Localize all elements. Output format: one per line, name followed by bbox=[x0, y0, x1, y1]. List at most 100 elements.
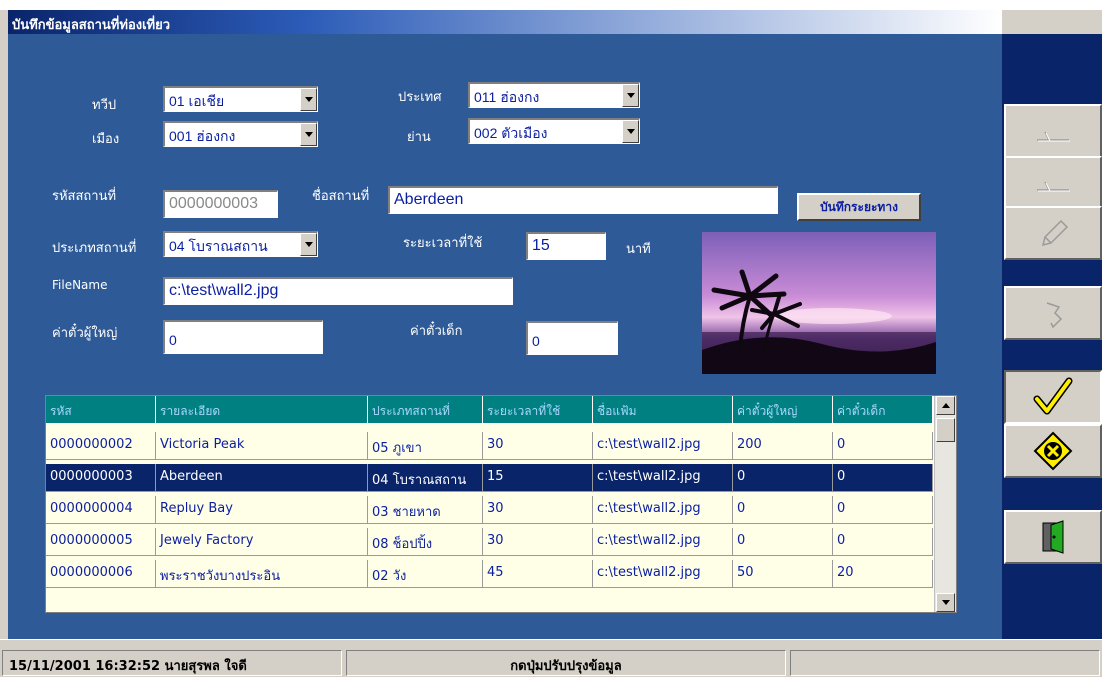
grid-cell: พระราชวังบางประอิน bbox=[156, 560, 368, 588]
scroll-up-button[interactable] bbox=[936, 396, 955, 415]
undo-icon bbox=[1046, 302, 1063, 329]
table-row[interactable]: 0000000005 Jewely Factory 08 ช็อปปิ้ง 30 c:\… bbox=[46, 528, 933, 556]
grid-cell: c:\test\wall2.jpg bbox=[593, 464, 733, 492]
grid-cell: 30 bbox=[483, 528, 593, 556]
table-row[interactable]: 0000000006 พระราชวังบางประอิน 02 วัง 45 c:\t… bbox=[46, 560, 933, 588]
window-title: บันทึกข้อมูลสถานที่ท่องเที่ยว bbox=[12, 18, 171, 33]
grid-cell: 15 bbox=[483, 464, 593, 492]
edit-pencil-icon bbox=[1041, 219, 1069, 247]
save-button[interactable] bbox=[1004, 370, 1102, 424]
table-row[interactable]: 0000000002 Victoria Peak 05 ภูเขา 30 c:\test… bbox=[46, 432, 933, 460]
status-datetime-user: 15/11/2001 16:32:52 นายสุรพล ใจดี bbox=[2, 650, 342, 676]
adult-fee-field[interactable]: 0 bbox=[163, 320, 323, 354]
palm-sunset-image bbox=[702, 269, 936, 374]
grid-cell: 04 โบราณสถาน bbox=[368, 464, 483, 492]
grid-cell: 50 bbox=[733, 560, 833, 588]
grid-header-cell[interactable]: ค่าตั๋วผู้ใหญ่ bbox=[733, 396, 833, 424]
place-type-dropdown-button[interactable] bbox=[300, 233, 317, 256]
grid-cell: 05 ภูเขา bbox=[368, 432, 483, 460]
grid-header-cell[interactable]: รายละเอียด bbox=[156, 396, 368, 424]
grid-cell: 45 bbox=[483, 560, 593, 588]
grid-cell: c:\test\wall2.jpg bbox=[593, 496, 733, 524]
status-message: กดปุ่มปรับปรุงข้อมูล bbox=[346, 650, 786, 676]
scroll-down-button[interactable] bbox=[936, 593, 955, 612]
place-type-value: 04 โบราณสถาน bbox=[169, 238, 268, 254]
place-code-label: รหัสสถานที่ bbox=[52, 189, 117, 204]
chevron-down-icon bbox=[304, 132, 313, 137]
grid-cell: Repluy Bay bbox=[156, 496, 368, 524]
filename-field[interactable]: c:\test\wall2.jpg bbox=[163, 277, 513, 305]
table-row[interactable]: 0000000003 Aberdeen 04 โบราณสถาน 15 c:\test\… bbox=[46, 464, 933, 492]
scroll-thumb[interactable] bbox=[936, 418, 955, 442]
first-record-button[interactable] bbox=[1004, 104, 1102, 158]
save-distance-button[interactable]: บันทึกระยะทาง bbox=[797, 193, 921, 221]
chevron-down-icon bbox=[304, 242, 313, 247]
district-select[interactable]: 002 ตัวเมือง bbox=[468, 118, 640, 144]
place-name-field[interactable]: Aberdeen bbox=[388, 186, 778, 214]
grid-cell: 30 bbox=[483, 496, 593, 524]
adult-fee-label: ค่าตั๋วผู้ใหญ่ bbox=[52, 326, 118, 341]
chevron-down-icon bbox=[626, 93, 635, 98]
grid-header-cell[interactable]: ค่าตั๋วเด็ก bbox=[833, 396, 933, 424]
grid-cell: 08 ช็อปปิ้ง bbox=[368, 528, 483, 556]
grid-header-row[interactable]: รหัส รายละเอียด ประเภทสถานที่ ระยะเวลาที่ใช… bbox=[46, 396, 933, 424]
city-select[interactable]: 001 ฮ่องกง bbox=[163, 121, 318, 147]
filename-label: FileName bbox=[52, 278, 108, 292]
grid-cell: c:\test\wall2.jpg bbox=[593, 432, 733, 460]
chevron-up-icon bbox=[941, 403, 950, 408]
table-row[interactable]: 0000000004 Repluy Bay 03 ชายหาด 30 c:\test\w… bbox=[46, 496, 933, 524]
grid-cell: 0 bbox=[833, 528, 933, 556]
cancel-button[interactable] bbox=[1004, 424, 1102, 478]
grid-cell: 0 bbox=[833, 464, 933, 492]
place-photo bbox=[702, 232, 936, 374]
duration-label: ระยะเวลาที่ใช้ bbox=[403, 236, 483, 251]
continent-select[interactable]: 01 เอเชีย bbox=[163, 86, 318, 112]
district-value: 002 ตัวเมือง bbox=[474, 125, 548, 141]
grid-cell: 0 bbox=[833, 496, 933, 524]
chevron-down-icon bbox=[304, 97, 313, 102]
child-fee-field[interactable]: 0 bbox=[526, 321, 618, 355]
place-code-field[interactable]: 0000000003 bbox=[163, 190, 278, 218]
continent-value: 01 เอเชีย bbox=[169, 93, 225, 109]
child-fee-label: ค่าตั๋วเด็ก bbox=[410, 324, 463, 339]
undo-button[interactable] bbox=[1004, 286, 1102, 340]
grid-header-cell[interactable]: ชื่อแฟ้ม bbox=[593, 396, 733, 424]
grid-cell: 02 วัง bbox=[368, 560, 483, 588]
grid-cell: 0 bbox=[733, 496, 833, 524]
continent-dropdown-button[interactable] bbox=[300, 88, 317, 111]
grid-cell: 0000000002 bbox=[46, 432, 156, 460]
continent-label: ทวีป bbox=[92, 98, 117, 113]
grid-cell: 0 bbox=[833, 432, 933, 460]
country-select[interactable]: 011 ฮ่องกง bbox=[468, 82, 640, 108]
edit-button[interactable] bbox=[1004, 206, 1102, 260]
grid-cell: c:\test\wall2.jpg bbox=[593, 528, 733, 556]
city-dropdown-button[interactable] bbox=[300, 123, 317, 146]
country-value: 011 ฮ่องกง bbox=[474, 89, 540, 105]
grid-cell: 30 bbox=[483, 432, 593, 460]
prev-record-button[interactable] bbox=[1004, 156, 1102, 210]
cancel-x-icon bbox=[1033, 431, 1073, 471]
grid-cell: 0 bbox=[733, 464, 833, 492]
place-type-select[interactable]: 04 โบราณสถาน bbox=[163, 231, 318, 257]
status-extra bbox=[790, 650, 1100, 676]
exit-button[interactable] bbox=[1004, 510, 1102, 564]
grid-cell: 0000000003 bbox=[46, 464, 156, 492]
place-name-label: ชื่อสถานที่ bbox=[312, 189, 370, 204]
chevron-down-icon bbox=[626, 129, 635, 134]
grid-cell: 0000000006 bbox=[46, 560, 156, 588]
country-label: ประเทศ bbox=[398, 90, 442, 105]
district-dropdown-button[interactable] bbox=[622, 120, 639, 143]
country-dropdown-button[interactable] bbox=[622, 84, 639, 107]
district-label: ย่าน bbox=[407, 130, 431, 145]
grid-cell: 0000000004 bbox=[46, 496, 156, 524]
grid-header-cell[interactable]: ประเภทสถานที่ bbox=[368, 396, 483, 424]
grid-header-cell[interactable]: รหัส bbox=[46, 396, 156, 424]
checkmark-icon bbox=[1033, 377, 1073, 415]
chevron-down-icon bbox=[941, 600, 950, 605]
grid-vertical-scrollbar[interactable] bbox=[934, 396, 956, 612]
places-grid[interactable]: รหัส รายละเอียด ประเภทสถานที่ ระยะเวลาที่ใช… bbox=[45, 395, 957, 613]
grid-header-cell[interactable]: ระยะเวลาที่ใช้ bbox=[483, 396, 593, 424]
duration-field[interactable]: 15 bbox=[526, 232, 606, 260]
city-label: เมือง bbox=[92, 132, 120, 147]
grid-cell: 0000000005 bbox=[46, 528, 156, 556]
